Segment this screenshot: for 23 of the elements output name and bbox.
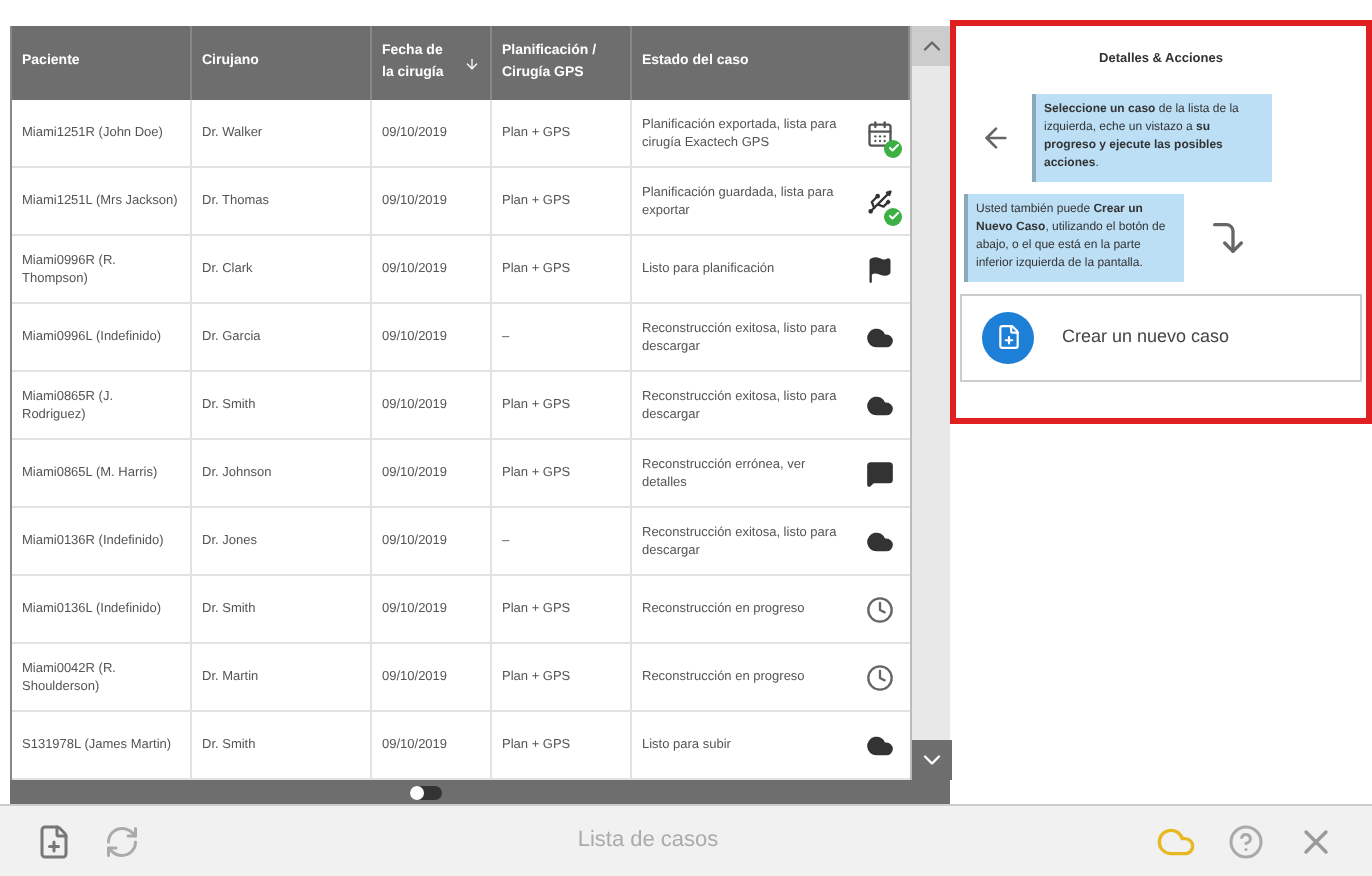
arrow-left-icon [980, 121, 1012, 154]
new-file-icon [982, 311, 1034, 364]
curved-arrow-icon [1208, 217, 1248, 258]
create-case-button[interactable]: Crear un nuevo caso [960, 293, 1362, 382]
cloud-icon [866, 323, 894, 351]
clock-icon [866, 595, 894, 623]
archive-toggle[interactable] [410, 785, 442, 799]
clock-icon [866, 663, 894, 691]
usb-icon [866, 187, 894, 215]
flag-icon [866, 255, 894, 283]
cloud-icon [866, 731, 894, 759]
calendar-icon [866, 119, 894, 147]
new-case-icon[interactable] [36, 823, 72, 859]
cloud-icon [866, 391, 894, 419]
message-icon [866, 459, 894, 487]
cloud-icon [866, 527, 894, 555]
sort-arrow-icon[interactable] [464, 55, 480, 71]
footer-title: Lista de casos [577, 826, 719, 857]
scroll-up-icon[interactable] [912, 26, 952, 66]
scrollbar[interactable] [910, 26, 950, 780]
refresh-icon[interactable] [104, 823, 140, 859]
scroll-down-icon[interactable] [912, 740, 952, 780]
help-icon[interactable] [1228, 823, 1264, 859]
